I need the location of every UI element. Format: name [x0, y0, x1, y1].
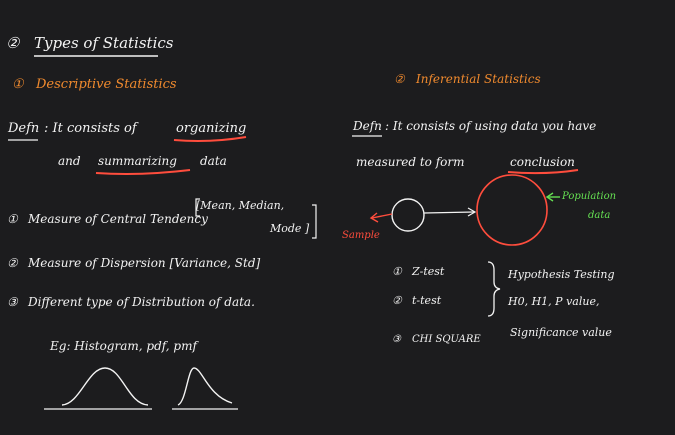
population-circle: [476, 174, 548, 246]
conclusion-underline: [507, 169, 579, 175]
normal-distribution-sketch: [61, 367, 149, 406]
curly-brace: [487, 261, 501, 317]
summarizing-underline: [95, 169, 191, 175]
bracket-left: [195, 198, 200, 217]
sample-to-population-arrow: [423, 211, 475, 214]
bracket-right: [312, 204, 317, 239]
sample-circle: [391, 198, 425, 232]
organizing-underline: [173, 136, 247, 142]
drawing-layer: [8, 55, 579, 410]
skewed-distribution-sketch: [177, 367, 233, 406]
whiteboard-canvas: ② Types of Statistics ① Descriptive Stat…: [0, 0, 675, 435]
